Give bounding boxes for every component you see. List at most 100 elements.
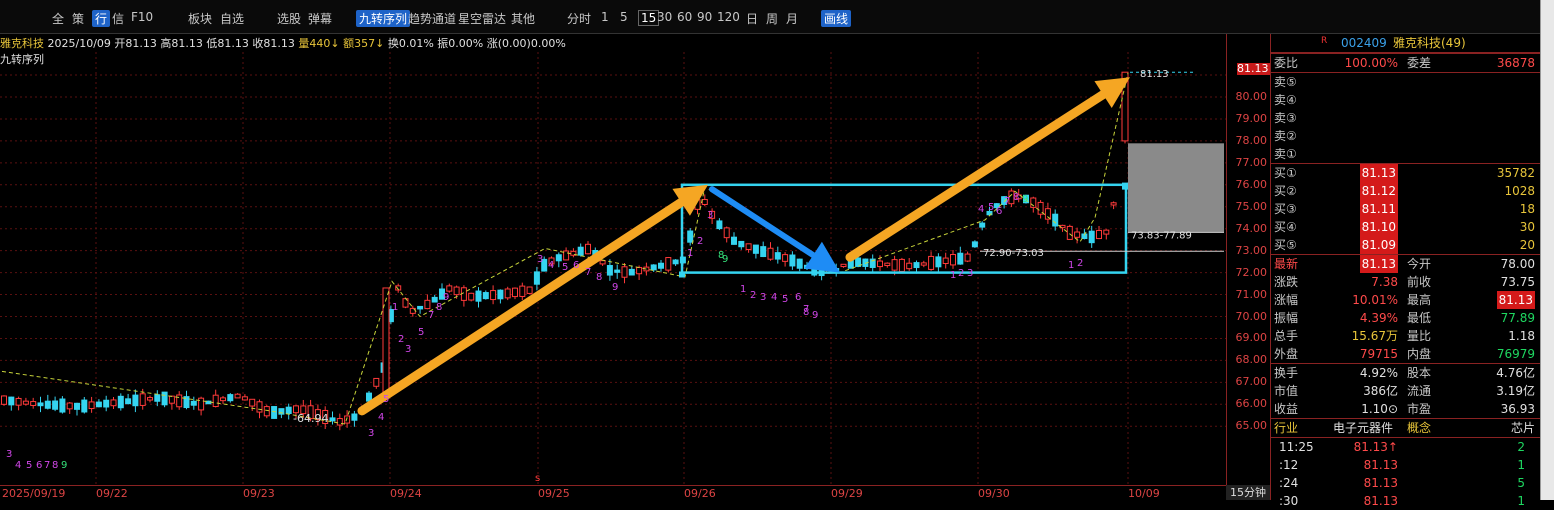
panel-cell: 1.10⊙ [1361, 402, 1398, 416]
panel-cell: 换手 [1274, 366, 1299, 380]
candle-body [942, 257, 949, 265]
toolbar-item[interactable]: 60 [677, 10, 692, 24]
time-tick: 09/24 [390, 487, 422, 500]
quote-volume: 量440↓ [298, 37, 340, 50]
candle-body [1103, 229, 1110, 235]
candle-body [147, 397, 153, 401]
price-tick: 66.00 [1235, 397, 1268, 411]
candle-body [913, 262, 920, 269]
toolbar-item[interactable]: 周 [766, 10, 778, 27]
panel-cell: 78.00 [1500, 257, 1535, 271]
candle-body [563, 250, 570, 261]
panel-cell: 1.18 [1508, 329, 1535, 343]
toolbar-item[interactable]: 板块 [188, 10, 212, 27]
toolbar-item[interactable]: 日 [746, 10, 758, 27]
candle-body [74, 402, 80, 410]
panel-cell: 81.12 [1359, 182, 1398, 200]
seq-digit: 9 [61, 460, 67, 471]
candle-body [599, 260, 606, 265]
panel-cell: 5 [1517, 476, 1525, 490]
period-selector[interactable]: 15分钟 [1226, 485, 1270, 500]
price-tick: 79.00 [1235, 111, 1268, 125]
panel-cell: 概念 [1407, 421, 1432, 435]
seq-digit: 3 [368, 428, 374, 439]
seq-digit: 2 [958, 268, 964, 279]
panel-cell: 81.11 [1359, 200, 1398, 218]
quote-close: 收81.13 [252, 37, 295, 50]
toolbar-item[interactable]: 其他 [511, 10, 535, 27]
toolbar-item[interactable]: 趋势通道 [408, 10, 456, 27]
panel-cell: 35782 [1496, 166, 1535, 180]
candle-body [658, 262, 664, 269]
trend-arrow [357, 197, 686, 416]
candle-body [1088, 230, 1095, 244]
panel-cell: 36.93 [1500, 402, 1535, 416]
seq-digit: 5 [383, 394, 389, 405]
time-tick: 09/25 [538, 487, 570, 500]
toolbar-item[interactable]: 月 [786, 10, 798, 27]
panel-cell: 36878 [1496, 56, 1535, 70]
candle-body [263, 406, 270, 417]
candle-body [1066, 225, 1073, 240]
candle-body [234, 393, 241, 399]
panel-cell: 79715 [1359, 347, 1398, 361]
panel-stock-name[interactable]: 雅克科技(49) [1393, 34, 1466, 52]
candle-body [30, 401, 37, 406]
toolbar-item[interactable]: 90 [697, 10, 712, 24]
last-price-tag: 81.13 [1237, 62, 1270, 75]
toolbar-item[interactable]: F10 [131, 10, 153, 24]
candle-body [898, 258, 905, 272]
toolbar-item[interactable]: 行 [92, 10, 111, 27]
toolbar-item[interactable]: 策 [72, 10, 84, 27]
toolbar-item[interactable]: 120 [717, 10, 740, 24]
candle-body [526, 286, 533, 294]
panel-cell: 4.76亿 [1496, 366, 1535, 380]
toolbar-item[interactable]: 5 [620, 10, 628, 24]
candle-body [731, 236, 737, 245]
candle-body [782, 254, 789, 262]
panel-cell: 7.38 [1371, 275, 1398, 289]
buy-row: 买④ 81.10 30 [1271, 218, 1541, 236]
toolbar-item[interactable]: 星空雷达 [458, 10, 506, 27]
toolbar-item[interactable]: 弹幕 [308, 10, 332, 27]
candle-body [468, 292, 475, 301]
candle-body [906, 262, 913, 270]
candle-body [935, 256, 942, 268]
toolbar-item[interactable]: 画线 [821, 10, 852, 27]
candle-body [767, 247, 774, 260]
toolbar-item[interactable]: 九转序列 [356, 10, 411, 27]
candle-body [336, 418, 343, 426]
sell-row: 卖⑤ [1271, 72, 1541, 91]
stat-row: 最新 81.13 今开 78.00 [1271, 254, 1541, 273]
panel-cell: 涨跌 [1274, 275, 1299, 289]
candle-body [22, 400, 29, 405]
quote-high: 高81.13 [160, 37, 203, 50]
panel-cell: 81.10 [1359, 218, 1398, 236]
panel-cell: 386亿 [1363, 384, 1398, 398]
stock-code[interactable]: 002409 [1341, 34, 1387, 52]
seq-digit: 5 [988, 202, 994, 213]
panel-cell: 委比 [1274, 56, 1299, 70]
toolbar-item[interactable]: 全 [52, 10, 64, 27]
seq-digit: 1 [1068, 260, 1074, 271]
seq-digit: 2 [1077, 258, 1083, 269]
panel-cell: :12 [1279, 458, 1299, 472]
seq-digit: 5 [782, 294, 788, 305]
seq-digit: 3 [967, 268, 973, 279]
seq-digit: 1 [740, 284, 746, 295]
panel-cell: 最低 [1407, 311, 1432, 325]
toolbar-item[interactable]: 分时 [567, 10, 591, 27]
kline-chart[interactable]: 34 5 6 7 8 9345123578934 5 67 891238912 3 4 5 678 91 2… [0, 52, 1226, 485]
toolbar-item[interactable]: 自选 [220, 10, 244, 27]
toolbar-item[interactable]: 选股 [277, 10, 301, 27]
buy-row: 买① 81.13 35782 [1271, 163, 1541, 182]
candle-body [716, 220, 723, 230]
toolbar-item[interactable]: 信 [112, 10, 124, 27]
price-tick: 70.00 [1235, 309, 1268, 323]
seq-digit: 8 [436, 302, 442, 313]
toolbar-item[interactable]: 1 [601, 10, 609, 24]
candle-body [650, 264, 657, 271]
seq-digit: 1 [687, 248, 693, 259]
panel-cell: 前收 [1407, 275, 1432, 289]
toolbar-item[interactable]: 30 [657, 10, 672, 24]
